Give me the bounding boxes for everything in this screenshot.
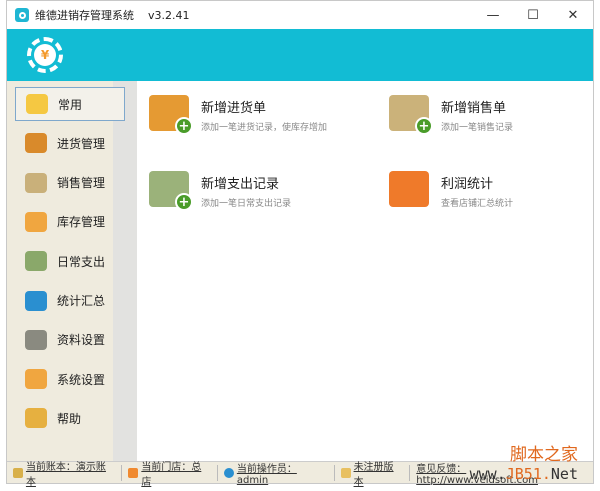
sidebar-item-label: 进货管理 [57, 136, 106, 151]
binders-icon [25, 251, 47, 272]
status-edition[interactable]: 未注册版本 [335, 462, 411, 488]
cart-add-icon: + [389, 95, 433, 135]
status-operator-text: 当前操作员：admin [236, 463, 297, 486]
header-banner: ¥ [7, 29, 593, 81]
plus-icon: + [175, 117, 193, 135]
card-desc: 添加一笔进货记录，使库存增加 [201, 123, 328, 133]
card-truck-add[interactable]: + 新增进货单添加一笔进货记录，使库存增加 [149, 95, 328, 135]
logo-gear-icon: ¥ [27, 37, 63, 73]
document-icon [25, 329, 47, 350]
sidebar-item-label: 系统设置 [57, 372, 106, 387]
money-bag-icon [389, 171, 429, 207]
window-title: 维德进销存管理系统 [35, 9, 134, 22]
truck-add-icon: + [149, 95, 193, 135]
sidebar-item-0[interactable]: 常用 [15, 87, 125, 121]
watermark-www: www. [469, 465, 506, 483]
sidebar-item-2[interactable]: 销售管理 [15, 166, 125, 200]
status-store-text: 当前门店：总店 [141, 461, 202, 488]
sidebar-item-label: 帮助 [57, 411, 82, 426]
close-button[interactable]: ✕ [553, 8, 593, 23]
maximize-button[interactable]: ☐ [513, 8, 553, 23]
sidebar-item-label: 销售管理 [57, 176, 106, 191]
sidebar-item-3[interactable]: 库存管理 [15, 205, 125, 239]
status-account[interactable]: 当前账本：演示账本 [7, 462, 123, 488]
card-desc: 查看店铺汇总统计 [441, 199, 514, 209]
info-icon [25, 408, 47, 429]
card-desc: 添加一笔日常支出记录 [201, 199, 292, 209]
app-window: 维德进销存管理系统 v3.2.41 — ☐ ✕ ¥ 常用进货管理销售管理库存管理… [6, 0, 594, 488]
watermark-net: Net [550, 465, 578, 483]
cart-icon [25, 172, 47, 193]
card-title: 新增支出记录 [201, 177, 280, 192]
sidebar-item-8[interactable]: 帮助 [15, 401, 125, 435]
sidebar-item-4[interactable]: 日常支出 [15, 244, 125, 278]
edition-icon [340, 467, 351, 478]
sidebar-item-label: 日常支出 [57, 254, 106, 269]
sidebar-item-label: 统计汇总 [57, 294, 106, 308]
box-icon [25, 211, 47, 232]
sidebar-item-1[interactable]: 进货管理 [15, 126, 125, 160]
sidebar-item-label: 资料设置 [57, 333, 106, 348]
binders-add-icon: + [149, 171, 193, 211]
card-cart-add[interactable]: + 新增销售单添加一笔销售记录 [389, 95, 514, 135]
account-book-icon [13, 467, 23, 478]
card-desc: 添加一笔销售记录 [441, 123, 514, 133]
status-edition-text: 未注册版本 [353, 461, 394, 488]
truck-icon [25, 133, 47, 154]
minimize-button[interactable]: — [473, 8, 513, 23]
watermark-line1: 脚本之家 [510, 445, 578, 465]
watermark: 脚本之家 www.JB51.Net [470, 440, 578, 483]
sidebar: 常用进货管理销售管理库存管理日常支出统计汇总资料设置系统设置帮助 [7, 81, 137, 461]
main-panel: + 新增进货单添加一笔进货记录，使库存增加 + 新增销售单添加一笔销售记录 + 新增支出记… [137, 81, 593, 461]
title-bar: 维德进销存管理系统 v3.2.41 — ☐ ✕ [7, 1, 593, 29]
card-money-bag[interactable]: 利润统计查看店铺汇总统计 [389, 171, 513, 209]
watermark-line2: www.JB51.Net [470, 465, 578, 483]
app-icon [15, 8, 29, 22]
yen-symbol: ¥ [34, 44, 56, 66]
version-label: v3.2.41 [148, 8, 190, 22]
card-binders-add[interactable]: + 新增支出记录添加一笔日常支出记录 [149, 171, 292, 211]
lightbulb-icon [26, 94, 48, 114]
card-title: 利润统计 [441, 177, 494, 192]
status-account-text: 当前账本：演示账本 [25, 461, 106, 488]
sidebar-item-label: 库存管理 [57, 215, 106, 230]
user-icon [223, 467, 234, 478]
plus-icon: + [415, 117, 433, 135]
sidebar-item-6[interactable]: 资料设置 [15, 323, 125, 357]
chart-dome-icon [25, 290, 47, 311]
plus-icon: + [175, 193, 193, 211]
sidebar-item-label: 常用 [58, 97, 83, 112]
card-title: 新增进货单 [201, 101, 267, 116]
card-title: 新增销售单 [441, 101, 507, 116]
watermark-jb51: JB51. [505, 465, 551, 483]
gear-icon [25, 369, 47, 390]
sidebar-item-5[interactable]: 统计汇总 [15, 284, 125, 318]
status-operator[interactable]: 当前操作员：admin [218, 464, 335, 486]
status-store[interactable]: 当前门店：总店 [122, 462, 218, 488]
sidebar-item-7[interactable]: 系统设置 [15, 362, 125, 396]
home-icon [128, 467, 139, 478]
